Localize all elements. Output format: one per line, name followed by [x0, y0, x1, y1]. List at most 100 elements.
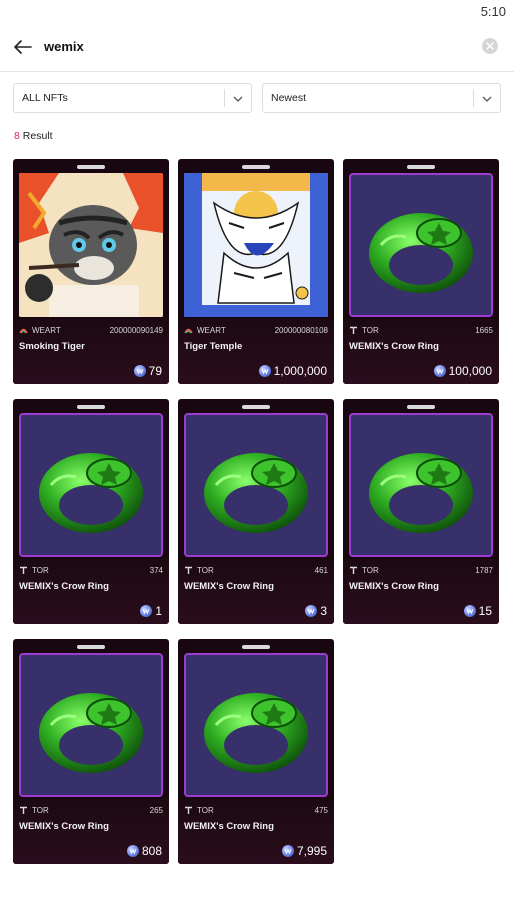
price-value: 3: [320, 604, 327, 618]
tor-logo-icon: [184, 806, 193, 815]
nft-name: WEMIX's Crow Ring: [19, 821, 109, 832]
token-id: 475: [314, 806, 328, 815]
price-value: 100,000: [448, 364, 492, 378]
weart-logo-icon: [184, 326, 193, 335]
price-row: 1: [140, 604, 162, 618]
chevron-down-icon: [481, 93, 493, 105]
status-time: 5:10: [480, 4, 506, 19]
status-bar: 5:10: [0, 0, 514, 22]
card-footer: WEART 200000080108 Tiger Temple 1,000,000: [178, 319, 334, 384]
nft-artwork: [19, 413, 163, 557]
card-handle: [77, 645, 105, 649]
token-id: 200000090149: [109, 326, 163, 335]
nft-artwork: [349, 173, 493, 317]
card-footer: TOR 461 WEMIX's Crow Ring 3: [178, 559, 334, 624]
nft-card[interactable]: TOR 461 WEMIX's Crow Ring 3: [178, 399, 334, 624]
nft-name: WEMIX's Crow Ring: [349, 341, 439, 352]
card-handle: [242, 405, 270, 409]
price-row: 3: [305, 604, 327, 618]
nft-artwork: [184, 413, 328, 557]
nft-name: WEMIX's Crow Ring: [184, 821, 274, 832]
weart-logo-icon: [19, 326, 28, 335]
creator-row: TOR 265: [19, 806, 163, 815]
tor-logo-icon: [184, 566, 193, 575]
card-handle: [407, 165, 435, 169]
token-id: 200000080108: [274, 326, 328, 335]
price-row: 79: [133, 364, 162, 378]
creator-row: TOR 1787: [349, 566, 493, 575]
clear-search-icon[interactable]: [482, 38, 498, 54]
search-query[interactable]: wemix: [44, 39, 84, 54]
creator-row: TOR 374: [19, 566, 163, 575]
nft-artwork: [184, 653, 328, 797]
nft-artwork: [184, 173, 328, 317]
nft-name: Tiger Temple: [184, 341, 243, 352]
wemix-coin-icon: [305, 605, 318, 617]
creator-row: WEART 200000090149: [19, 326, 163, 335]
nft-card[interactable]: TOR 1665 WEMIX's Crow Ring 100,000: [343, 159, 499, 384]
tor-logo-icon: [19, 806, 28, 815]
nft-artwork: [349, 413, 493, 557]
nft-card[interactable]: TOR 265 WEMIX's Crow Ring 808: [13, 639, 169, 864]
creator-name: WEART: [197, 326, 226, 335]
select-divider: [224, 89, 225, 107]
select-divider: [473, 89, 474, 107]
card-footer: WEART 200000090149 Smoking Tiger 79: [13, 319, 169, 384]
nft-type-select[interactable]: ALL NFTs: [13, 83, 252, 113]
nft-card[interactable]: WEART 200000080108 Tiger Temple 1,000,000: [178, 159, 334, 384]
card-footer: TOR 1787 WEMIX's Crow Ring 15: [343, 559, 499, 624]
card-handle: [77, 405, 105, 409]
creator-name: TOR: [197, 806, 214, 815]
creator-name: TOR: [362, 566, 379, 575]
nft-card[interactable]: WEART 200000090149 Smoking Tiger 79: [13, 159, 169, 384]
nft-name: WEMIX's Crow Ring: [19, 581, 109, 592]
nft-name: WEMIX's Crow Ring: [349, 581, 439, 592]
nft-name: Smoking Tiger: [19, 341, 85, 352]
price-row: 808: [126, 844, 162, 858]
price-row: 1,000,000: [258, 364, 327, 378]
nft-card[interactable]: TOR 1787 WEMIX's Crow Ring 15: [343, 399, 499, 624]
card-handle: [242, 165, 270, 169]
tor-logo-icon: [349, 326, 358, 335]
creator-name: TOR: [32, 806, 49, 815]
token-id: 265: [149, 806, 163, 815]
wemix-coin-icon: [463, 605, 476, 617]
creator-name: TOR: [32, 566, 49, 575]
creator-row: WEART 200000080108: [184, 326, 328, 335]
nft-type-value: ALL NFTs: [22, 92, 68, 104]
creator-name: TOR: [197, 566, 214, 575]
nft-artwork: [19, 173, 163, 317]
token-id: 1665: [475, 326, 493, 335]
price-row: 7,995: [281, 844, 327, 858]
token-id: 461: [314, 566, 328, 575]
tor-logo-icon: [349, 566, 358, 575]
creator-name: WEART: [32, 326, 61, 335]
token-id: 374: [149, 566, 163, 575]
price-value: 15: [478, 604, 492, 618]
nft-grid: WEART 200000090149 Smoking Tiger 79 WEART 200…: [13, 159, 501, 864]
price-value: 808: [141, 844, 162, 858]
card-footer: TOR 265 WEMIX's Crow Ring 808: [13, 799, 169, 864]
nft-name: WEMIX's Crow Ring: [184, 581, 274, 592]
chevron-down-icon: [232, 93, 244, 105]
creator-name: TOR: [362, 326, 379, 335]
card-footer: TOR 1665 WEMIX's Crow Ring 100,000: [343, 319, 499, 384]
wemix-coin-icon: [258, 365, 271, 377]
wemix-coin-icon: [140, 605, 153, 617]
card-handle: [242, 645, 270, 649]
price-value: 79: [148, 364, 162, 378]
nft-card[interactable]: TOR 374 WEMIX's Crow Ring 1: [13, 399, 169, 624]
price-value: 7,995: [296, 844, 327, 858]
creator-row: TOR 1665: [349, 326, 493, 335]
price-value: 1,000,000: [273, 364, 327, 378]
sort-value: Newest: [271, 92, 307, 104]
card-footer: TOR 475 WEMIX's Crow Ring 7,995: [178, 799, 334, 864]
card-handle: [407, 405, 435, 409]
sort-select[interactable]: Newest: [262, 83, 501, 113]
nft-card[interactable]: TOR 475 WEMIX's Crow Ring 7,995: [178, 639, 334, 864]
token-id: 1787: [475, 566, 493, 575]
card-footer: TOR 374 WEMIX's Crow Ring 1: [13, 559, 169, 624]
tor-logo-icon: [19, 566, 28, 575]
wemix-coin-icon: [433, 365, 446, 377]
back-arrow-icon[interactable]: [12, 36, 34, 58]
